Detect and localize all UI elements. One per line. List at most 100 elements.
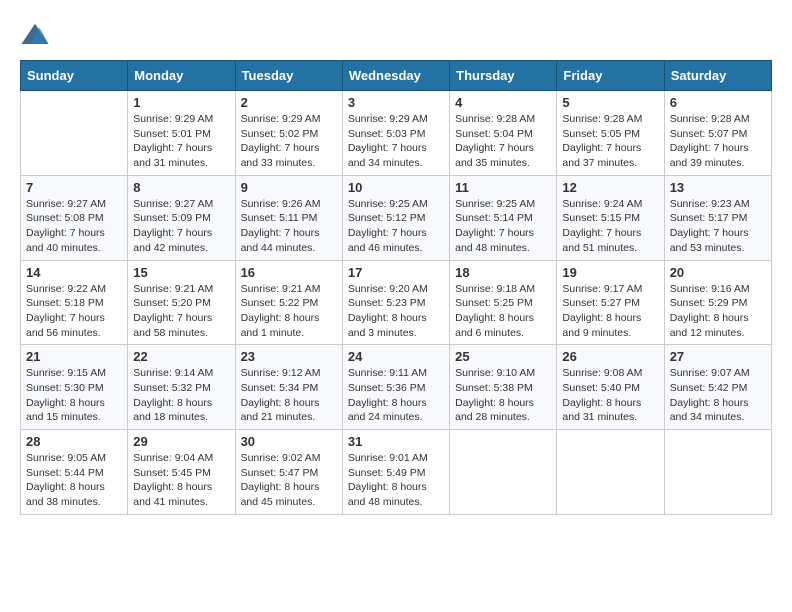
cell-info: Sunrise: 9:08 AMSunset: 5:40 PMDaylight:…: [562, 366, 658, 425]
day-number: 11: [455, 180, 551, 195]
day-number: 29: [133, 434, 229, 449]
cell-info: Sunrise: 9:28 AMSunset: 5:07 PMDaylight:…: [670, 112, 766, 171]
calendar-cell: 18 Sunrise: 9:18 AMSunset: 5:25 PMDayligh…: [450, 260, 557, 345]
cell-info: Sunrise: 9:07 AMSunset: 5:42 PMDaylight:…: [670, 366, 766, 425]
calendar-cell: 12Sunrise: 9:24 AMSunset: 5:15 PMDayligh…: [557, 175, 664, 260]
day-header-thursday: Thursday: [450, 61, 557, 91]
cell-info: Sunrise: 9:12 AMSunset: 5:34 PMDaylight:…: [241, 366, 337, 425]
cell-info: Sunrise: 9:04 AMSunset: 5:45 PMDaylight:…: [133, 451, 229, 510]
cell-info: Sunrise: 9:15 AMSunset: 5:30 PMDaylight:…: [26, 366, 122, 425]
day-number: 31: [348, 434, 444, 449]
day-number: 4: [455, 95, 551, 110]
cell-info: Sunrise: 9:20 AMSunset: 5:23 PMDaylight:…: [348, 282, 444, 341]
calendar-cell: [21, 91, 128, 176]
cell-info: Sunrise: 9:29 AMSunset: 5:03 PMDaylight:…: [348, 112, 444, 171]
page-header: [20, 20, 772, 50]
cell-info: Sunrise: 9:01 AMSunset: 5:49 PMDaylight:…: [348, 451, 444, 510]
day-number: 8: [133, 180, 229, 195]
calendar-table: SundayMondayTuesdayWednesdayThursdayFrid…: [20, 60, 772, 515]
day-number: 17: [348, 265, 444, 280]
calendar-cell: 10 Sunrise: 9:25 AMSunset: 5:12 PMDayligh…: [342, 175, 449, 260]
calendar-cell: 15 Sunrise: 9:21 AMSunset: 5:20 PMDayligh…: [128, 260, 235, 345]
calendar-cell: 17 Sunrise: 9:20 AMSunset: 5:23 PMDayligh…: [342, 260, 449, 345]
cell-info: Sunrise: 9:22 AMSunset: 5:18 PMDaylight:…: [26, 282, 122, 341]
cell-info: Sunrise: 9:21 AMSunset: 5:22 PMDaylight:…: [241, 282, 337, 341]
day-number: 1: [133, 95, 229, 110]
calendar-cell: 22 Sunrise: 9:14 AMSunset: 5:32 PMDayligh…: [128, 345, 235, 430]
day-number: 21: [26, 349, 122, 364]
calendar-cell: 21 Sunrise: 9:15 AMSunset: 5:30 PMDayligh…: [21, 345, 128, 430]
cell-info: Sunrise: 9:28 AMSunset: 5:05 PMDaylight:…: [562, 112, 658, 171]
day-number: 22: [133, 349, 229, 364]
day-number: 7: [26, 180, 122, 195]
calendar-cell: 3 Sunrise: 9:29 AMSunset: 5:03 PMDaylight…: [342, 91, 449, 176]
calendar-cell: 9 Sunrise: 9:26 AMSunset: 5:11 PMDaylight…: [235, 175, 342, 260]
cell-info: Sunrise: 9:05 AMSunset: 5:44 PMDaylight:…: [26, 451, 122, 510]
day-number: 13: [670, 180, 766, 195]
calendar-cell: 2Sunrise: 9:29 AMSunset: 5:02 PMDaylight…: [235, 91, 342, 176]
calendar-cell: [557, 430, 664, 515]
calendar-cell: 13Sunrise: 9:23 AMSunset: 5:17 PMDayligh…: [664, 175, 771, 260]
cell-info: Sunrise: 9:28 AMSunset: 5:04 PMDaylight:…: [455, 112, 551, 171]
day-number: 20: [670, 265, 766, 280]
day-number: 2: [241, 95, 337, 110]
cell-info: Sunrise: 9:26 AMSunset: 5:11 PMDaylight:…: [241, 197, 337, 256]
calendar-cell: 26 Sunrise: 9:08 AMSunset: 5:40 PMDayligh…: [557, 345, 664, 430]
day-number: 10: [348, 180, 444, 195]
calendar-cell: 5 Sunrise: 9:28 AMSunset: 5:05 PMDaylight…: [557, 91, 664, 176]
week-row-4: 21 Sunrise: 9:15 AMSunset: 5:30 PMDayligh…: [21, 345, 772, 430]
calendar-cell: 19 Sunrise: 9:17 AMSunset: 5:27 PMDayligh…: [557, 260, 664, 345]
day-number: 30: [241, 434, 337, 449]
calendar-cell: 29 Sunrise: 9:04 AMSunset: 5:45 PMDayligh…: [128, 430, 235, 515]
day-header-saturday: Saturday: [664, 61, 771, 91]
cell-info: Sunrise: 9:29 AMSunset: 5:01 PMDaylight:…: [133, 112, 229, 171]
calendar-cell: [664, 430, 771, 515]
calendar-cell: 14 Sunrise: 9:22 AMSunset: 5:18 PMDayligh…: [21, 260, 128, 345]
cell-info: Sunrise: 9:14 AMSunset: 5:32 PMDaylight:…: [133, 366, 229, 425]
week-row-1: 1 Sunrise: 9:29 AMSunset: 5:01 PMDaylight…: [21, 91, 772, 176]
calendar-cell: 8 Sunrise: 9:27 AMSunset: 5:09 PMDaylight…: [128, 175, 235, 260]
cell-info: Sunrise: 9:27 AMSunset: 5:08 PMDaylight:…: [26, 197, 122, 256]
day-header-tuesday: Tuesday: [235, 61, 342, 91]
week-row-5: 28Sunrise: 9:05 AMSunset: 5:44 PMDayligh…: [21, 430, 772, 515]
day-number: 9: [241, 180, 337, 195]
cell-info: Sunrise: 9:27 AMSunset: 5:09 PMDaylight:…: [133, 197, 229, 256]
calendar-cell: 1 Sunrise: 9:29 AMSunset: 5:01 PMDaylight…: [128, 91, 235, 176]
day-number: 18: [455, 265, 551, 280]
cell-info: Sunrise: 9:25 AMSunset: 5:12 PMDaylight:…: [348, 197, 444, 256]
day-number: 25: [455, 349, 551, 364]
day-number: 3: [348, 95, 444, 110]
calendar-cell: 4 Sunrise: 9:28 AMSunset: 5:04 PMDaylight…: [450, 91, 557, 176]
day-number: 12: [562, 180, 658, 195]
cell-info: Sunrise: 9:17 AMSunset: 5:27 PMDaylight:…: [562, 282, 658, 341]
day-number: 26: [562, 349, 658, 364]
calendar-cell: 16 Sunrise: 9:21 AMSunset: 5:22 PMDayligh…: [235, 260, 342, 345]
calendar-cell: 11Sunrise: 9:25 AMSunset: 5:14 PMDayligh…: [450, 175, 557, 260]
day-number: 27: [670, 349, 766, 364]
calendar-cell: 6Sunrise: 9:28 AMSunset: 5:07 PMDaylight…: [664, 91, 771, 176]
cell-info: Sunrise: 9:10 AMSunset: 5:38 PMDaylight:…: [455, 366, 551, 425]
calendar-cell: [450, 430, 557, 515]
calendar-cell: 24Sunrise: 9:11 AMSunset: 5:36 PMDayligh…: [342, 345, 449, 430]
day-header-sunday: Sunday: [21, 61, 128, 91]
day-number: 16: [241, 265, 337, 280]
day-header-wednesday: Wednesday: [342, 61, 449, 91]
day-number: 5: [562, 95, 658, 110]
day-number: 19: [562, 265, 658, 280]
cell-info: Sunrise: 9:21 AMSunset: 5:20 PMDaylight:…: [133, 282, 229, 341]
cell-info: Sunrise: 9:16 AMSunset: 5:29 PMDaylight:…: [670, 282, 766, 341]
day-number: 15: [133, 265, 229, 280]
calendar-cell: 31 Sunrise: 9:01 AMSunset: 5:49 PMDayligh…: [342, 430, 449, 515]
calendar-cell: 23Sunrise: 9:12 AMSunset: 5:34 PMDayligh…: [235, 345, 342, 430]
calendar-cell: 7 Sunrise: 9:27 AMSunset: 5:08 PMDaylight…: [21, 175, 128, 260]
day-header-monday: Monday: [128, 61, 235, 91]
calendar-cell: 20 Sunrise: 9:16 AMSunset: 5:29 PMDayligh…: [664, 260, 771, 345]
logo: [20, 20, 54, 50]
week-row-2: 7 Sunrise: 9:27 AMSunset: 5:08 PMDaylight…: [21, 175, 772, 260]
day-number: 14: [26, 265, 122, 280]
calendar-cell: 30Sunrise: 9:02 AMSunset: 5:47 PMDayligh…: [235, 430, 342, 515]
calendar-cell: 25 Sunrise: 9:10 AMSunset: 5:38 PMDayligh…: [450, 345, 557, 430]
cell-info: Sunrise: 9:18 AMSunset: 5:25 PMDaylight:…: [455, 282, 551, 341]
cell-info: Sunrise: 9:11 AMSunset: 5:36 PMDaylight:…: [348, 366, 444, 425]
week-row-3: 14 Sunrise: 9:22 AMSunset: 5:18 PMDayligh…: [21, 260, 772, 345]
